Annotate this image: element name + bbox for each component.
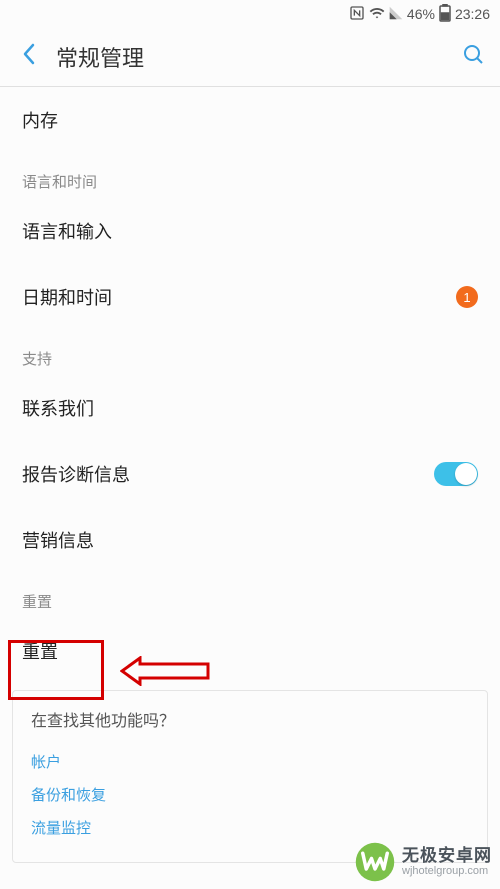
nfc-icon [349,5,365,24]
wifi-icon [369,6,385,23]
battery-icon [439,4,451,25]
diagnostic-item[interactable]: 报告诊断信息 [0,441,500,507]
item-label: 日期和时间 [22,284,112,310]
search-button[interactable] [462,43,486,72]
link-data-monitor[interactable]: 流量监控 [31,811,469,844]
contact-us-item[interactable]: 联系我们 [0,375,500,441]
other-features-card: 在查找其他功能吗？ 帐户 备份和恢复 流量监控 [12,690,488,863]
date-time-item[interactable]: 日期和时间 1 [0,264,500,330]
clock: 23:26 [455,6,490,22]
page-title: 常规管理 [56,41,144,73]
item-label: 语言和输入 [22,218,112,244]
watermark-subtitle: wjhotelgroup.com [402,865,492,878]
arrow-annotation [120,656,210,686]
signal-icon [389,6,403,23]
highlight-box [8,640,104,700]
watermark-title: 无极安卓网 [402,846,492,866]
language-input-item[interactable]: 语言和输入 [0,198,500,264]
battery-pct: 46% [407,6,435,22]
diagnostic-toggle[interactable] [434,462,478,486]
item-label: 联系我们 [22,395,94,421]
section-reset: 重置 [0,573,500,618]
item-label: 营销信息 [22,527,94,553]
back-button[interactable] [14,39,44,76]
section-lang-time: 语言和时间 [0,153,500,198]
watermark-logo-icon [354,841,396,883]
watermark: 无极安卓网 wjhotelgroup.com [354,841,492,883]
storage-item[interactable]: 内存 [0,87,500,153]
header: 常规管理 [0,28,500,86]
card-title: 在查找其他功能吗？ [31,707,469,731]
item-label: 内存 [22,107,58,133]
item-label: 报告诊断信息 [22,461,130,487]
marketing-item[interactable]: 营销信息 [0,507,500,573]
section-support: 支持 [0,330,500,375]
notification-badge: 1 [456,286,478,308]
link-account[interactable]: 帐户 [31,745,469,778]
link-backup-restore[interactable]: 备份和恢复 [31,778,469,811]
status-bar: 46% 23:26 [0,0,500,28]
